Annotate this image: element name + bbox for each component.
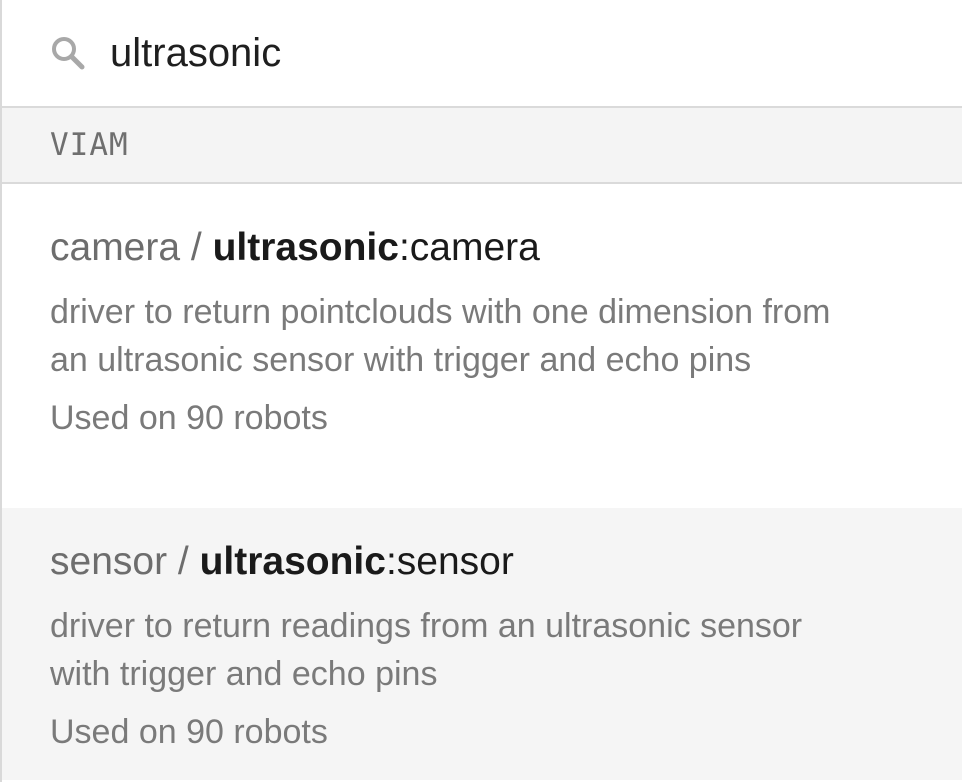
result-usage: Used on 90 robots: [50, 399, 328, 437]
result-title: sensor / ultrasonic:sensor: [50, 538, 922, 586]
result-separator: /: [180, 226, 213, 269]
search-results-panel: VIAM camera / ultrasonic:camera driver t…: [0, 0, 962, 782]
search-input[interactable]: [110, 23, 870, 83]
result-match: ultrasonic: [199, 540, 386, 583]
result-category: sensor: [50, 540, 168, 583]
result-separator: /: [167, 540, 200, 583]
result-description: driver to return readings from an ultras…: [50, 607, 803, 693]
result-usage: Used on 90 robots: [50, 713, 328, 751]
result-category: camera: [50, 226, 181, 269]
result-item-ultrasonic-camera[interactable]: camera / ultrasonic:camera driver to ret…: [2, 184, 962, 508]
search-icon: [50, 35, 86, 71]
search-bar: [2, 0, 962, 106]
result-description: driver to return pointclouds with one di…: [50, 293, 831, 379]
result-group-header: VIAM: [2, 106, 962, 184]
result-title: camera / ultrasonic:camera: [50, 224, 922, 272]
result-suffix: :camera: [398, 226, 540, 269]
result-match: ultrasonic: [212, 226, 399, 269]
result-suffix: :sensor: [385, 540, 514, 583]
group-label: VIAM: [50, 127, 129, 163]
result-item-ultrasonic-sensor[interactable]: sensor / ultrasonic:sensor driver to ret…: [2, 508, 962, 780]
